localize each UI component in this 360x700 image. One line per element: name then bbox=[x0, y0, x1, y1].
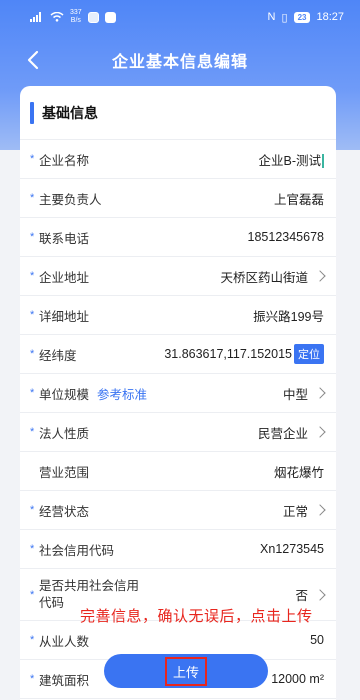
required-star: * bbox=[30, 426, 35, 438]
locate-button[interactable]: 定位 bbox=[294, 344, 324, 364]
clock: 18:27 bbox=[316, 11, 344, 23]
address-select[interactable]: 天桥区药山街道 bbox=[220, 267, 308, 286]
field-label: 从业人数 bbox=[39, 634, 90, 649]
reference-standard-link[interactable]: 参考标准 bbox=[97, 384, 147, 403]
field-principal[interactable]: * 主要负责人 上官磊磊 bbox=[20, 179, 336, 218]
field-label: 社会信用代码 bbox=[39, 543, 115, 558]
field-label: 建筑面积 bbox=[39, 673, 90, 688]
field-legal-nature[interactable]: * 法人性质 民营企业 bbox=[20, 413, 336, 452]
field-label: 法人性质 bbox=[39, 426, 90, 441]
building-area-input[interactable]: 12000 m² bbox=[271, 672, 324, 686]
shared-credit-code-select[interactable]: 否 bbox=[295, 585, 308, 604]
field-detail-address[interactable]: * 详细地址 振兴路199号 bbox=[20, 296, 336, 335]
app-notification-icon-2 bbox=[104, 11, 116, 23]
upload-button-label: 上传 bbox=[164, 656, 207, 686]
field-label: 经纬度 bbox=[39, 348, 77, 363]
field-credit-code[interactable]: * 社会信用代码 Xn1273545 bbox=[20, 530, 336, 569]
instruction-annotation: 完善信息，确认无误后，点击上传 bbox=[80, 608, 313, 625]
required-star: * bbox=[30, 387, 35, 399]
employees-input[interactable]: 50 bbox=[310, 633, 324, 647]
field-label: 单位规模 bbox=[39, 387, 90, 402]
back-button[interactable] bbox=[22, 48, 46, 72]
field-label: 企业名称 bbox=[39, 153, 90, 168]
chevron-right-icon bbox=[314, 270, 326, 282]
legal-nature-select[interactable]: 民营企业 bbox=[258, 423, 308, 442]
operating-status-select[interactable]: 正常 bbox=[283, 501, 308, 520]
status-bar: 337 B/s N ▯ 23 18:27 bbox=[0, 0, 360, 34]
section-accent-bar bbox=[30, 101, 34, 124]
signal-icon bbox=[30, 12, 41, 22]
field-label: 详细地址 bbox=[39, 309, 90, 324]
field-label: 主要负责人 bbox=[39, 192, 102, 207]
section-header: 基础信息 bbox=[20, 86, 336, 140]
field-phone[interactable]: * 联系电话 18512345678 bbox=[20, 218, 336, 257]
company-name-input[interactable]: 企业B-测试 bbox=[258, 150, 324, 169]
status-right: N ▯ 23 18:27 bbox=[268, 11, 344, 24]
field-label: 经营状态 bbox=[39, 504, 90, 519]
phone-input[interactable]: 18512345678 bbox=[248, 230, 324, 244]
required-star: * bbox=[30, 673, 35, 685]
chevron-right-icon bbox=[314, 426, 326, 438]
navbar: 企业基本信息编辑 bbox=[0, 40, 360, 80]
status-left: 337 B/s bbox=[30, 9, 116, 25]
chevron-right-icon bbox=[314, 588, 326, 601]
field-address[interactable]: * 企业地址 天桥区药山街道 bbox=[20, 257, 336, 296]
required-star: * bbox=[30, 543, 35, 555]
principal-input[interactable]: 上官磊磊 bbox=[274, 189, 324, 208]
field-operating-status[interactable]: * 经营状态 正常 bbox=[20, 491, 336, 530]
required-star: * bbox=[30, 634, 35, 646]
vibrate-icon: ▯ bbox=[281, 11, 288, 24]
required-star: * bbox=[30, 348, 35, 360]
required-star: * bbox=[30, 309, 35, 321]
page-title: 企业基本信息编辑 bbox=[111, 54, 248, 71]
coordinates-value[interactable]: 31.863617,117.152015 bbox=[164, 347, 292, 361]
required-star: * bbox=[30, 192, 35, 204]
field-scale[interactable]: * 单位规模 参考标准 中型 bbox=[20, 374, 336, 413]
chevron-right-icon bbox=[314, 504, 326, 516]
section-title: 基础信息 bbox=[42, 104, 98, 121]
business-scope-input[interactable]: 烟花爆竹 bbox=[274, 462, 324, 481]
net-speed: 337 B/s bbox=[70, 9, 82, 25]
field-label: 联系电话 bbox=[39, 231, 90, 246]
net-speed-unit: B/s bbox=[70, 17, 81, 24]
wifi-icon bbox=[50, 12, 64, 22]
field-business-scope[interactable]: 营业范围 烟花爆竹 bbox=[20, 452, 336, 491]
required-star: * bbox=[30, 153, 35, 165]
required-star: * bbox=[30, 270, 35, 282]
field-company-name[interactable]: * 企业名称 企业B-测试 bbox=[20, 140, 336, 179]
field-coordinates[interactable]: * 经纬度 31.863617,117.152015 定位 bbox=[20, 335, 336, 374]
credit-code-input[interactable]: Xn1273545 bbox=[260, 542, 324, 556]
detail-address-input[interactable]: 振兴路199号 bbox=[253, 306, 324, 325]
upload-button[interactable]: 上传 bbox=[104, 654, 268, 688]
text-cursor bbox=[322, 154, 324, 169]
app-notification-icon bbox=[87, 11, 99, 23]
company-name-value: 企业B-测试 bbox=[258, 153, 321, 168]
battery-icon: 23 bbox=[293, 11, 311, 23]
net-speed-value: 337 bbox=[70, 9, 82, 16]
nfc-icon: N bbox=[267, 11, 276, 23]
scale-select[interactable]: 中型 bbox=[283, 384, 308, 403]
required-star: * bbox=[30, 504, 35, 516]
chevron-right-icon bbox=[314, 387, 326, 399]
required-star: * bbox=[30, 231, 35, 243]
field-label: 企业地址 bbox=[39, 270, 90, 285]
field-label: 营业范围 bbox=[39, 465, 90, 480]
required-star: * bbox=[30, 588, 35, 601]
chevron-left-icon bbox=[27, 50, 39, 70]
